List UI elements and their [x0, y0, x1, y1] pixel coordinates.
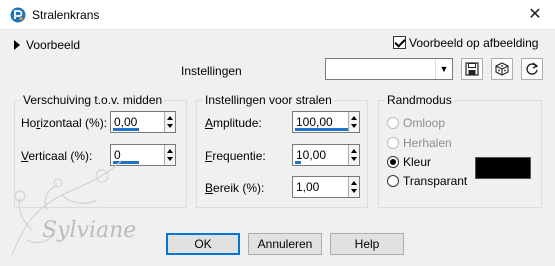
randomize-dice-icon	[495, 62, 509, 76]
radio-transparant-label: Transparant	[403, 173, 468, 188]
frequency-spinner[interactable]: 10,00	[292, 144, 360, 166]
radio-herhalen-label: Herhalen	[403, 135, 452, 150]
randomize-button[interactable]	[491, 58, 513, 80]
preview-on-image-checkbox[interactable]: Voorbeeld op afbeelding	[393, 35, 538, 50]
amplitude-slider[interactable]	[295, 128, 348, 131]
offset-group-title: Verschuiving t.o.v. midden	[21, 93, 165, 107]
edge-color-swatch[interactable]	[475, 157, 531, 179]
app-logo-icon	[10, 7, 26, 23]
frequency-label: Frequentie:	[205, 149, 266, 163]
edge-mode-group: Randmodus Omloop Herhalen Kleur Transpar…	[378, 93, 542, 208]
settings-label: Instellingen	[181, 64, 242, 78]
horizontal-offset-slider[interactable]	[113, 128, 139, 131]
checkbox-checked-icon[interactable]	[393, 36, 406, 50]
preview-on-image-label: Voorbeeld op afbeelding	[409, 35, 539, 50]
radio-icon[interactable]	[387, 136, 399, 149]
spin-down-icon[interactable]	[167, 124, 173, 128]
reset-icon	[526, 62, 539, 75]
radio-selected-icon[interactable]	[387, 155, 399, 168]
close-button[interactable]: ✕	[515, 0, 555, 30]
range-spinner[interactable]: 1,00	[292, 176, 360, 198]
ray-settings-group: Instellingen voor stralen Amplitude: 100…	[196, 93, 368, 208]
cancel-button[interactable]: Annuleren	[248, 233, 322, 255]
spin-down-icon[interactable]	[351, 124, 357, 128]
save-icon	[465, 62, 479, 76]
amplitude-spinner[interactable]: 100,00	[292, 111, 360, 133]
close-icon: ✕	[528, 6, 542, 23]
preset-dropdown[interactable]: ▼	[325, 58, 453, 80]
spin-up-icon[interactable]	[351, 149, 357, 153]
horizontal-label: Horizontaal (%):	[21, 116, 108, 130]
preview-expand-toggle[interactable]: Voorbeeld	[14, 37, 80, 52]
window-title: Stralenkrans	[32, 8, 100, 22]
horizontal-offset-spinner[interactable]: 0,00	[110, 111, 176, 133]
spinner-arrows[interactable]	[348, 112, 359, 132]
spin-up-icon[interactable]	[351, 181, 357, 185]
frequency-slider[interactable]	[295, 161, 301, 164]
preview-label: Voorbeeld	[26, 37, 81, 52]
expand-triangle-icon	[14, 39, 20, 50]
radio-transparant[interactable]: Transparant	[387, 173, 467, 188]
edge-mode-group-title: Randmodus	[385, 93, 454, 107]
spin-up-icon[interactable]	[351, 116, 357, 120]
radio-omloop[interactable]: Omloop	[387, 115, 445, 130]
range-label: Bereik (%):	[205, 181, 265, 195]
radio-icon[interactable]	[387, 174, 399, 187]
spin-down-icon[interactable]	[351, 157, 357, 161]
spin-up-icon[interactable]	[167, 116, 173, 120]
range-value[interactable]: 1,00	[296, 180, 319, 194]
reset-button[interactable]	[521, 58, 543, 80]
watermark-text: Sylviane	[42, 218, 137, 243]
help-button[interactable]: Help	[330, 233, 404, 255]
amplitude-value[interactable]: 100,00	[296, 115, 333, 129]
frequency-value[interactable]: 10,00	[296, 148, 326, 162]
ok-button[interactable]: OK	[166, 233, 240, 255]
radio-herhalen[interactable]: Herhalen	[387, 135, 452, 150]
spinner-arrows[interactable]	[348, 177, 359, 197]
radio-kleur[interactable]: Kleur	[387, 154, 431, 169]
ray-settings-group-title: Instellingen voor stralen	[203, 93, 334, 107]
floral-watermark-icon	[11, 159, 123, 256]
spinner-arrows[interactable]	[348, 145, 359, 165]
chevron-down-icon[interactable]: ▼	[435, 59, 452, 79]
save-preset-button[interactable]	[461, 58, 483, 80]
title-bar: Stralenkrans ✕	[0, 0, 555, 30]
spinner-arrows[interactable]	[164, 145, 175, 165]
radio-omloop-label: Omloop	[403, 115, 446, 130]
radio-icon[interactable]	[387, 116, 399, 129]
spin-up-icon[interactable]	[167, 149, 173, 153]
horizontal-offset-value[interactable]: 0,00	[114, 115, 137, 129]
spin-down-icon[interactable]	[351, 189, 357, 193]
spin-down-icon[interactable]	[167, 157, 173, 161]
radio-kleur-label: Kleur	[403, 154, 432, 169]
amplitude-label: Amplitude:	[205, 116, 262, 130]
spinner-arrows[interactable]	[164, 112, 175, 132]
